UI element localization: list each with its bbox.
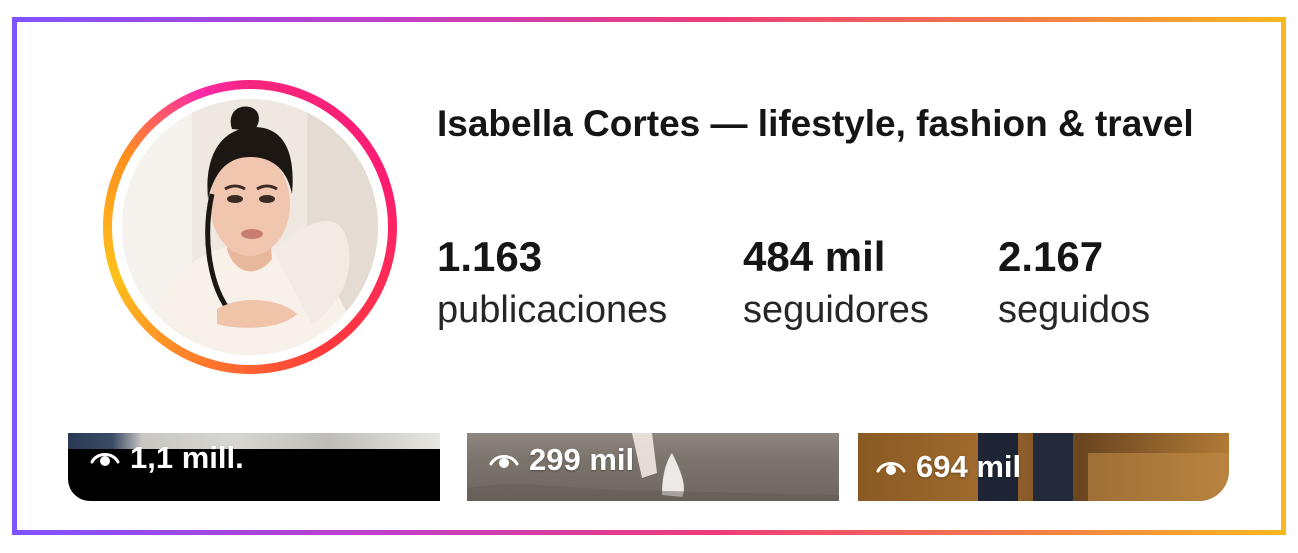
eye-icon — [876, 462, 906, 475]
eye-icon — [90, 453, 120, 466]
avatar-portrait-illustration — [122, 99, 378, 355]
stat-following-label: seguidos — [998, 289, 1151, 331]
reel-thumbnail-2[interactable]: 299 mil — [467, 433, 839, 501]
stat-followers-label: seguidores — [743, 289, 929, 331]
reel-views-3: 694 mil — [876, 450, 1021, 484]
avatar — [122, 99, 378, 355]
reel-thumbnail-3[interactable]: 694 mil — [858, 433, 1229, 501]
gradient-frame: Isabella Cortes — lifestyle, fashion & t… — [12, 17, 1286, 535]
stat-following-value: 2.167 — [998, 233, 1104, 280]
stat-following[interactable]: 2.167 seguidos — [998, 232, 1150, 335]
stat-posts[interactable]: 1.163 publicaciones — [437, 232, 667, 335]
stat-posts-label: publicaciones — [437, 289, 668, 331]
reel-views-1: 1,1 mill. — [90, 441, 244, 475]
eye-icon — [489, 455, 519, 468]
reel-views-2: 299 mil — [489, 443, 634, 477]
reel-thumbnail-1[interactable]: 1,1 mill. — [68, 433, 440, 501]
stat-followers[interactable]: 484 mil seguidores — [743, 232, 929, 335]
stat-followers-value: 484 mil — [743, 233, 886, 280]
profile-name: Isabella Cortes — lifestyle, fashion & t… — [437, 103, 1194, 144]
profile-avatar-story-ring[interactable] — [103, 80, 397, 374]
profile-card: Isabella Cortes — lifestyle, fashion & t… — [17, 22, 1281, 530]
stat-posts-value: 1.163 — [437, 233, 543, 280]
